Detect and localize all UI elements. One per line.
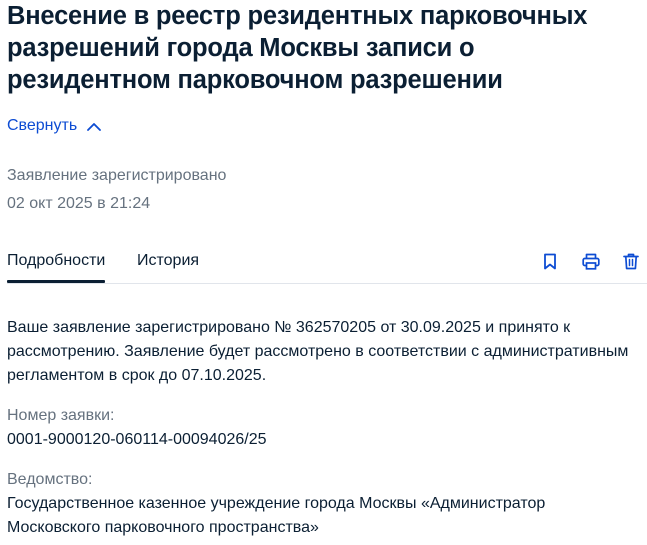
- bookmark-icon: [544, 253, 556, 269]
- tab-details[interactable]: Подробности: [7, 248, 106, 283]
- collapse-button[interactable]: Свернуть: [7, 114, 102, 138]
- print-button[interactable]: [581, 251, 601, 271]
- agency-label: Ведомство:: [7, 471, 93, 488]
- page-title: Внесение в реестр резидентных парковочны…: [7, 2, 588, 94]
- delete-button[interactable]: [621, 251, 641, 271]
- status-date: 02 окт 2025 в 21:24: [7, 195, 151, 212]
- collapse-label: Свернуть: [7, 117, 78, 134]
- application-number-label: Номер заявки:: [7, 407, 115, 424]
- trash-icon: [623, 253, 639, 269]
- chevron-up-icon: [87, 122, 102, 131]
- status-message: Ваше заявление зарегистрировано № 362570…: [7, 319, 629, 384]
- status-label: Заявление зарегистрировано: [7, 167, 227, 184]
- agency-value: Государственное казенное учреждение горо…: [7, 495, 546, 536]
- application-page: Внесение в реестр резидентных парковочны…: [7, 0, 647, 536]
- tab-history[interactable]: История: [137, 248, 199, 274]
- print-icon: [582, 253, 600, 270]
- bookmark-button[interactable]: [540, 251, 560, 271]
- tabs-bar: Подробности История: [7, 248, 647, 284]
- application-number-value: 0001-9000120-060114-00094026/25: [7, 431, 267, 448]
